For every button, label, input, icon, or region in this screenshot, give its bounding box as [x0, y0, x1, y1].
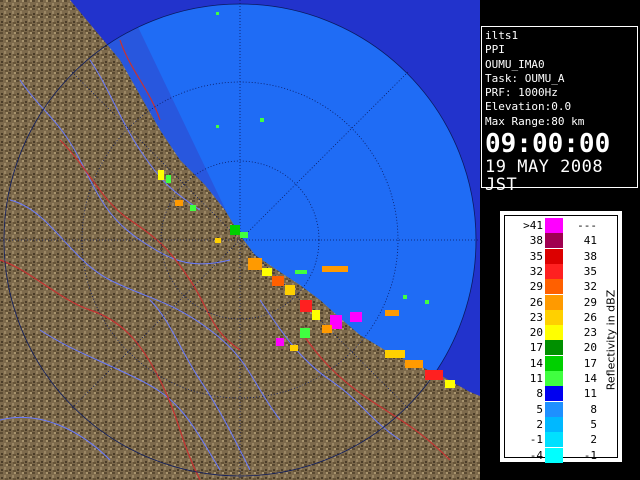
legend-color-swatch	[545, 416, 563, 432]
legend-upper-value: 29	[583, 295, 597, 309]
legend-color-swatch	[545, 447, 563, 463]
legend-lower-value: 5	[536, 402, 543, 416]
legend-lower-value: 14	[529, 356, 543, 370]
radar-ppi-map[interactable]	[0, 0, 480, 480]
legend-upper-value: -1	[583, 448, 597, 462]
scan-type: PPI	[485, 43, 505, 57]
prf-label: PRF: 1000Hz	[485, 86, 558, 100]
legend-row: 20 23	[505, 325, 605, 341]
legend-lower-value: 8	[536, 387, 543, 401]
legend-upper-value: 26	[583, 310, 597, 324]
legend-lower-value: 20	[529, 326, 543, 340]
legend-row: >41 ---	[505, 218, 605, 233]
legend-lower-value: 23	[529, 310, 543, 324]
legend-upper-value: 2	[590, 433, 597, 447]
legend-lower-value: 29	[529, 280, 543, 294]
legend-upper-value: 41	[583, 234, 597, 248]
legend-color-swatch	[545, 294, 563, 310]
legend-color-swatch	[545, 432, 563, 448]
legend-unit-label: Reflectivity in dBZ	[604, 289, 618, 391]
legend-row: -1 2	[505, 432, 605, 448]
legend-row: 29 32	[505, 279, 605, 295]
elevation-label: Elevation:0.0	[485, 100, 572, 114]
observation-date: 19 MAY 2008 JST	[485, 157, 604, 196]
legend-lower-value: -1	[529, 433, 543, 447]
legend-lower-value: 17	[529, 341, 543, 355]
legend-row: 35 38	[505, 248, 605, 264]
legend-row: 38 41	[505, 233, 605, 249]
station-name: ilts1	[485, 29, 519, 42]
legend-color-swatch	[545, 263, 563, 279]
legend-row: 25	[505, 416, 605, 432]
legend-row: 14 17	[505, 355, 605, 371]
legend-color-swatch	[545, 401, 563, 417]
site-id: OUMU_IMA0	[485, 57, 545, 71]
reflectivity-legend: >41 --- 38 41 35 38 32 35 29 32 26 29 23 26 20 23 17 20 14…	[499, 210, 623, 463]
legend-upper-value: 11	[583, 387, 597, 401]
legend-row: 58	[505, 401, 605, 417]
legend-color-swatch	[545, 325, 563, 341]
legend-upper-value: 17	[583, 356, 597, 370]
legend-row: 23 26	[505, 309, 605, 325]
legend-lower-value: 11	[529, 372, 543, 385]
legend-upper-value: 23	[583, 326, 597, 340]
legend-lower-value: 2	[536, 417, 543, 431]
legend-lower-value: 32	[529, 264, 543, 278]
legend-upper-value: 14	[583, 372, 597, 385]
observation-time: 09:00:00	[485, 129, 611, 160]
legend-lower-value: 35	[529, 249, 543, 263]
legend-upper-value: ---	[577, 219, 597, 232]
legend-color-swatch	[545, 218, 563, 233]
legend-color-swatch	[545, 279, 563, 295]
legend-upper-value: 32	[583, 280, 597, 294]
legend-unit: Reflectivity in dBZ	[601, 222, 621, 458]
legend-color-swatch	[545, 371, 563, 386]
legend-upper-value: 35	[583, 264, 597, 278]
legend-color-swatch	[545, 386, 563, 402]
legend-row: 11 14	[505, 371, 605, 386]
max-range-label: Max Range:80 km	[485, 114, 585, 128]
legend-upper-value: 5	[590, 417, 597, 431]
legend-row: -4 -1	[505, 447, 605, 463]
legend-row: 32 35	[505, 263, 605, 279]
legend-color-swatch	[545, 340, 563, 356]
legend-color-swatch	[545, 233, 563, 249]
legend-color-swatch	[545, 248, 563, 264]
legend-upper-value: 20	[583, 341, 597, 355]
legend-color-swatch	[545, 355, 563, 371]
radar-info-panel: ilts1 PPI OUMU_IMA0 Task: OUMU_A PRF: 10…	[481, 26, 638, 194]
legend-row: 17 20	[505, 340, 605, 356]
legend-lower-value: 38	[529, 234, 543, 248]
legend-lower-value: -4	[529, 448, 543, 462]
legend-row: 26 29	[505, 294, 605, 310]
legend-upper-value: 8	[590, 402, 597, 416]
legend-lower-value: 26	[529, 295, 543, 309]
legend-color-swatch	[545, 309, 563, 325]
legend-lower-value: >41	[523, 219, 543, 232]
legend-row: 8 11	[505, 386, 605, 402]
legend-frame: >41 --- 38 41 35 38 32 35 29 32 26 29 23 26 20 23 17 20 14…	[504, 215, 621, 463]
task-label: Task: OUMU_A	[485, 71, 565, 85]
legend-upper-value: 38	[583, 249, 597, 263]
